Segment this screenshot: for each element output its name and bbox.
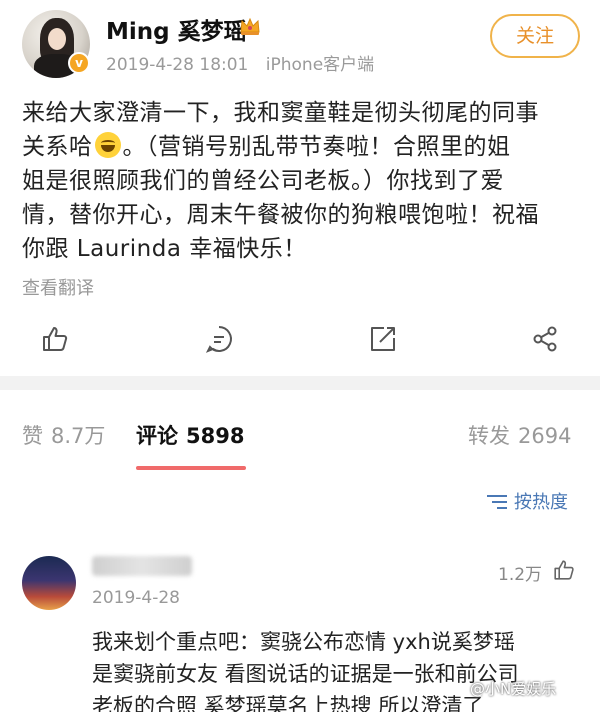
tab-likes-count: 8.7万 — [51, 424, 106, 448]
comment-like-icon[interactable] — [552, 558, 576, 582]
interaction-tabs: 赞 8.7万 评论 5898 转发 2694 — [0, 410, 600, 470]
repost-icon[interactable] — [368, 324, 398, 354]
post-text-segment: 。（营销号别乱带节奏啦！合照里的姐 — [122, 134, 511, 160]
post-header: v Ming 奚梦瑶 2019-4-28 18:01 iPhone客户端 关注 — [0, 0, 600, 88]
comment-like-count: 1.2万 — [498, 565, 543, 585]
tab-likes[interactable]: 赞 8.7万 — [22, 420, 105, 450]
comment-text: 我来划个重点吧：窦骁公布恋情 yxh说奚梦瑶 是窦骁前女友 看图说话的证据是一张… — [92, 626, 592, 712]
sort-by-hot-button[interactable]: 按热度 — [486, 488, 568, 514]
tab-reposts[interactable]: 转发 2694 — [468, 420, 571, 450]
tab-comments-count: 5898 — [186, 424, 245, 448]
like-icon[interactable] — [40, 324, 70, 354]
sort-icon — [487, 495, 507, 509]
commenter-name-blurred[interactable] — [92, 556, 192, 576]
crown-icon — [240, 17, 260, 35]
tab-likes-label: 赞 — [22, 424, 43, 448]
tab-comments-label: 评论 — [136, 424, 178, 448]
tab-comments[interactable]: 评论 5898 — [136, 420, 244, 450]
post-meta: 2019-4-28 18:01 iPhone客户端 — [106, 50, 374, 75]
tab-reposts-label: 转发 — [468, 424, 510, 448]
comment-icon[interactable] — [204, 324, 234, 354]
avatar-face — [48, 28, 66, 50]
watermark: @小N爱娱乐 — [470, 680, 557, 698]
sort-label: 按热度 — [514, 492, 568, 513]
active-tab-indicator — [136, 466, 246, 470]
comment-text-line: 我来划个重点吧：窦骁公布恋情 yxh说奚梦瑶 — [92, 630, 515, 654]
post-text: 来给大家澄清一下，我和窦童鞋是彻头彻尾的同事 关系哈 。（营销号别乱带节奏啦！合照… — [22, 96, 586, 266]
follow-button[interactable]: 关注 — [490, 14, 580, 58]
comment-date: 2019-4-28 — [92, 588, 180, 608]
post-source: iPhone客户端 — [265, 55, 375, 75]
post-text-line: 情，替你开心，周末午餐被你的狗粮喂饱啦！祝福 — [22, 202, 539, 228]
verified-badge-icon: v — [68, 52, 90, 74]
commenter-avatar[interactable] — [22, 556, 76, 610]
tab-reposts-count: 2694 — [518, 424, 572, 448]
laugh-cry-emoji-icon — [94, 132, 121, 158]
translate-link[interactable]: 查看翻译 — [22, 274, 94, 300]
post-text-line: 关系哈 。（营销号别乱带节奏啦！合照里的姐 — [22, 130, 586, 164]
post-text-line: 姐是很照顾我们的曾经公司老板。）你找到了爱 — [22, 168, 504, 194]
post-text-line: 你跟 Laurinda 幸福快乐！ — [22, 236, 307, 262]
post-text-line: 来给大家澄清一下，我和窦童鞋是彻头彻尾的同事 — [22, 100, 539, 126]
action-bar — [0, 318, 600, 362]
author-name[interactable]: Ming 奚梦瑶 — [106, 12, 247, 46]
post-date: 2019-4-28 18:01 — [106, 55, 249, 75]
section-divider — [0, 376, 600, 390]
share-icon[interactable] — [530, 324, 560, 354]
post-text-segment: 关系哈 — [22, 134, 93, 160]
